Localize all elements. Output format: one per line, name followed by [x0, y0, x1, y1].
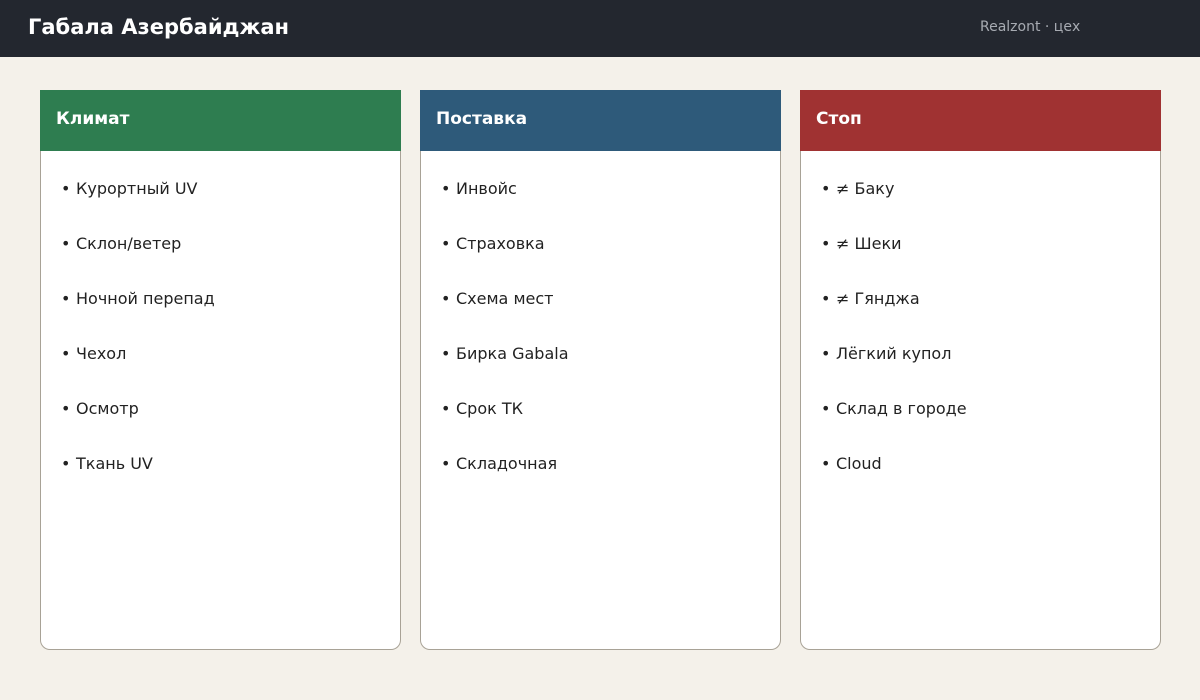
card-list: • Инвойс • Страховка • Схема мест • Бирка Ga… — [441, 179, 569, 509]
bullet-icon: • — [821, 454, 831, 473]
list-item-label: Страховка — [456, 234, 545, 253]
list-item: • Ткань UV — [61, 454, 215, 509]
list-item: • Срок ТК — [441, 399, 569, 454]
list-item-label: Осмотр — [76, 399, 139, 418]
list-item: • Лёгкий купол — [821, 344, 967, 399]
bullet-icon: • — [821, 344, 831, 363]
list-item: • Cloud — [821, 454, 967, 509]
list-item-label: Срок ТК — [456, 399, 523, 418]
list-item-label: Склон/ветер — [76, 234, 182, 253]
page-title: Габала Азербайджан — [28, 15, 290, 39]
bullet-icon: • — [821, 179, 831, 198]
bullet-icon: • — [61, 454, 71, 473]
list-item-label: Ночной перепад — [76, 289, 215, 308]
bullet-icon: • — [441, 454, 451, 473]
card-title: Климат — [56, 109, 130, 129]
bullet-icon: • — [61, 344, 71, 363]
card-list: • ≠ Баку • ≠ Шеки • ≠ Гянджа • Лёгкий купол … — [821, 179, 967, 509]
list-item-label: Ткань UV — [76, 454, 153, 473]
list-item-label: Курортный UV — [76, 179, 198, 198]
top-bar: Габала Азербайджан Realzont · цех — [0, 0, 1200, 57]
card-title: Поставка — [436, 109, 528, 129]
card-header: Стоп — [800, 90, 1161, 151]
bullet-icon: • — [441, 289, 451, 308]
card-list: • Курортный UV • Склон/ветер • Ночной переп… — [61, 179, 215, 509]
bullet-icon: • — [441, 344, 451, 363]
card-delivery: Поставка • Инвойс • Страховка • Схема мест … — [420, 90, 781, 650]
list-item: • Курортный UV — [61, 179, 215, 234]
card-climate: Климат • Курортный UV • Склон/ветер • Ночно… — [40, 90, 401, 650]
list-item: • ≠ Шеки — [821, 234, 967, 289]
list-item: • Инвойс — [441, 179, 569, 234]
list-item-label: Cloud — [836, 454, 882, 473]
list-item-label: Бирка Gabala — [456, 344, 569, 363]
list-item: • Складочная — [441, 454, 569, 509]
page-subtitle: Realzont · цех — [980, 19, 1081, 35]
list-item: • Чехол — [61, 344, 215, 399]
list-item-label: ≠ Шеки — [836, 234, 902, 253]
list-item: • Осмотр — [61, 399, 215, 454]
bullet-icon: • — [821, 399, 831, 418]
bullet-icon: • — [441, 234, 451, 253]
list-item-label: ≠ Баку — [836, 179, 895, 198]
list-item: • Бирка Gabala — [441, 344, 569, 399]
bullet-icon: • — [821, 234, 831, 253]
card-header: Поставка — [420, 90, 781, 151]
bullet-icon: • — [441, 399, 451, 418]
card-header: Климат — [40, 90, 401, 151]
list-item: • Схема мест — [441, 289, 569, 344]
list-item: • Склад в городе — [821, 399, 967, 454]
bullet-icon: • — [61, 179, 71, 198]
list-item-label: Складочная — [456, 454, 558, 473]
bullet-icon: • — [61, 399, 71, 418]
list-item-label: Лёгкий купол — [836, 344, 952, 363]
list-item: • ≠ Гянджа — [821, 289, 967, 344]
card-stop: Стоп • ≠ Баку • ≠ Шеки • ≠ Гянджа • Лёгкий к… — [800, 90, 1161, 650]
bullet-icon: • — [821, 289, 831, 308]
card-title: Стоп — [816, 109, 862, 129]
bullet-icon: • — [441, 179, 451, 198]
list-item-label: Схема мест — [456, 289, 554, 308]
list-item: • Ночной перепад — [61, 289, 215, 344]
list-item: • ≠ Баку — [821, 179, 967, 234]
list-item-label: ≠ Гянджа — [836, 289, 920, 308]
list-item-label: Чехол — [76, 344, 127, 363]
list-item: • Склон/ветер — [61, 234, 215, 289]
list-item-label: Инвойс — [456, 179, 517, 198]
bullet-icon: • — [61, 234, 71, 253]
list-item: • Страховка — [441, 234, 569, 289]
list-item-label: Склад в городе — [836, 399, 967, 418]
bullet-icon: • — [61, 289, 71, 308]
